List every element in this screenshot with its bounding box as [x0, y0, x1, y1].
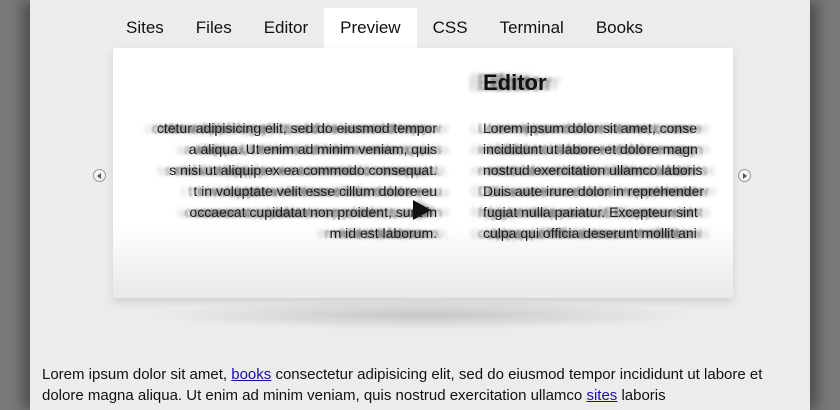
arrow-right-icon[interactable] — [738, 169, 751, 182]
slide-line: fugiat nulla pariatur. Excepteur sint — [483, 204, 698, 220]
page-container: Sites Files Editor Preview CSS Terminal … — [30, 0, 810, 410]
tab-books[interactable]: Books — [580, 8, 659, 48]
tab-terminal[interactable]: Terminal — [484, 8, 580, 48]
tab-preview[interactable]: Preview — [324, 8, 417, 48]
slide-line: occaecat cupidatat non proident, sunt in — [189, 204, 437, 220]
slide-text-left: ctetur adipisicing elit, sed do eiusmod … — [157, 118, 437, 244]
body-paragraph: Lorem ipsum dolor sit amet, books consec… — [42, 364, 782, 406]
play-icon[interactable] — [413, 200, 431, 220]
slide-line: s nisi ut aliquip ex ea commodo consequa… — [169, 162, 437, 178]
slide-text-right: Lorem ipsum dolor sit amet, conse incidi… — [483, 118, 704, 244]
slide-line: nostrud exercitation ullamco laboris — [483, 162, 703, 178]
slide-line: ctetur adipisicing elit, sed do eiusmod … — [156, 120, 437, 136]
slide-line: t in voluptate velit esse cillum dolore … — [193, 183, 437, 199]
stage-reflection — [148, 300, 698, 330]
slide-line: culpa qui officia deserunt mollit ani — [483, 225, 697, 241]
preview-slideshow: Editor ctetur adipisicing elit, sed do e… — [113, 48, 733, 298]
sites-link[interactable]: sites — [586, 387, 617, 404]
slide-title: Editor — [483, 70, 547, 95]
tab-editor[interactable]: Editor — [248, 8, 324, 48]
books-link[interactable]: books — [231, 366, 271, 383]
tab-files[interactable]: Files — [180, 8, 248, 48]
slide-line: Lorem ipsum dolor sit amet, conse — [483, 120, 697, 136]
body-text-1: Lorem ipsum dolor sit amet, — [42, 366, 232, 383]
body-text-3: laboris — [617, 387, 666, 404]
slide-line: Duis aute irure dolor in reprehender — [483, 183, 705, 199]
arrow-left-icon[interactable] — [93, 169, 106, 182]
slide-line: m id est laborum. — [329, 225, 437, 241]
tab-css[interactable]: CSS — [417, 8, 484, 48]
tab-bar: Sites Files Editor Preview CSS Terminal … — [110, 8, 659, 48]
slide-line: a aliqua. Ut enim ad minim veniam, quis — [188, 141, 437, 157]
tab-sites[interactable]: Sites — [110, 8, 180, 48]
slide-line: incididunt ut labore et dolore magn — [483, 141, 698, 157]
